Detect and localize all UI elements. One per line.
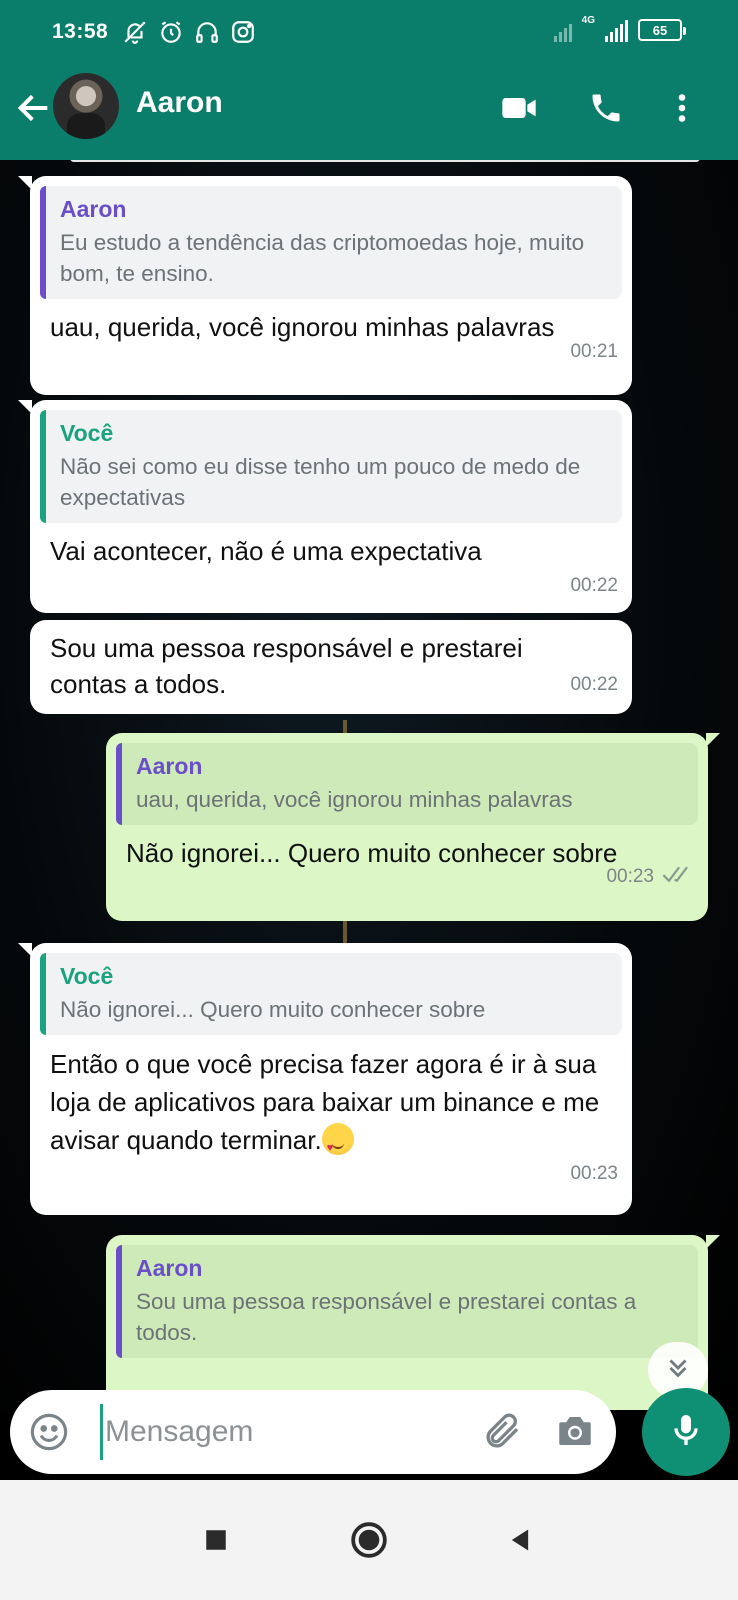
status-notification-icons: [122, 19, 256, 50]
quote-text: Eu estudo a tendência das criptomoedas h…: [60, 230, 585, 286]
mic-button[interactable]: [642, 1388, 730, 1476]
double-check-icon: [662, 865, 694, 889]
instagram-icon: [230, 19, 256, 50]
quote-text: Não ignorei... Quero muito conhecer sobr…: [60, 997, 486, 1022]
message-body: Então o que você precisa fazer agora é i…: [46, 1045, 618, 1167]
network-type: 4G: [581, 14, 595, 26]
message-text: Vai acontecer, não é uma expectativa: [50, 536, 482, 566]
attach-icon[interactable]: [482, 1410, 526, 1454]
quote-text: Sou uma pessoa responsável e prestarei c…: [136, 1289, 637, 1345]
mic-icon: [666, 1410, 706, 1455]
message-text: uau, querida, você ignorou minhas palavr…: [50, 312, 555, 342]
video-call-icon[interactable]: [497, 86, 541, 130]
message-incoming[interactable]: Você Não sei como eu disse tenho um pouc…: [18, 400, 632, 613]
message-time: 00:22: [570, 575, 618, 596]
double-chevron-down-icon: [663, 1353, 693, 1388]
status-bar: 13:58 4G 65: [0, 0, 738, 66]
contact-name[interactable]: Aaron: [136, 86, 223, 120]
message-outgoing[interactable]: Aaron uau, querida, você ignorou minhas …: [106, 733, 720, 921]
message-incoming[interactable]: Você Não ignorei... Quero muito conhecer…: [18, 943, 632, 1215]
mute-bell-icon: [122, 19, 148, 50]
emoji-icon[interactable]: [28, 1411, 70, 1453]
message-time: 00:21: [570, 341, 618, 362]
status-time: 13:58: [52, 20, 109, 43]
headset-icon: [194, 19, 220, 50]
signal-sim2-icon: [605, 18, 628, 42]
quote-text: Não sei como eu disse tenho um pouco de …: [60, 454, 581, 510]
message-incoming[interactable]: Aaron Eu estudo a tendência das criptomo…: [18, 176, 632, 395]
message-incoming[interactable]: Sou uma pessoa responsável e prestarei c…: [30, 620, 632, 714]
chat-area[interactable]: Aaron Eu estudo a tendência das criptomo…: [0, 160, 738, 1410]
smiling-face-with-hearts-icon: [321, 1123, 354, 1167]
quoted-message[interactable]: Aaron Sou uma pessoa responsável e prest…: [116, 1245, 698, 1358]
battery-level: 65: [652, 22, 668, 38]
app-header: 13:58 4G 65 Aaron: [0, 0, 738, 160]
quote-author: Aaron: [136, 753, 203, 779]
chat-header: Aaron: [0, 66, 738, 160]
more-options-icon[interactable]: [660, 86, 704, 130]
system-navigation-bar: [0, 1480, 738, 1600]
alarm-icon: [158, 19, 184, 50]
quote-author: Aaron: [136, 1255, 203, 1281]
back-arrow-icon[interactable]: [14, 88, 54, 128]
previous-message-edge: [70, 160, 700, 162]
message-composer: [10, 1390, 616, 1474]
message-input[interactable]: [100, 1404, 470, 1460]
back-nav-icon[interactable]: [496, 1516, 544, 1564]
quoted-message[interactable]: Aaron uau, querida, você ignorou minhas …: [116, 743, 698, 825]
quoted-message[interactable]: Você Não ignorei... Quero muito conhecer…: [40, 953, 622, 1035]
message-outgoing[interactable]: Aaron Sou uma pessoa responsável e prest…: [106, 1235, 720, 1410]
home-icon[interactable]: [345, 1516, 393, 1564]
quote-author: Aaron: [60, 196, 127, 222]
recents-icon[interactable]: [192, 1516, 240, 1564]
quoted-message[interactable]: Você Não sei como eu disse tenho um pouc…: [40, 410, 622, 523]
quoted-message[interactable]: Aaron Eu estudo a tendência das criptomo…: [40, 186, 622, 299]
quote-author: Você: [60, 420, 114, 446]
quote-author: Você: [60, 963, 114, 989]
phone-icon[interactable]: [584, 86, 628, 130]
message-time: 00:22: [570, 674, 618, 695]
message-time: 00:23: [606, 866, 654, 887]
contact-avatar[interactable]: [53, 73, 119, 139]
signal-sim1-icon: [553, 18, 572, 42]
camera-icon[interactable]: [554, 1410, 598, 1454]
message-time: 00:23: [570, 1163, 618, 1184]
quote-text: uau, querida, você ignorou minhas palavr…: [136, 787, 573, 812]
status-system-icons: 4G 65: [553, 14, 686, 42]
battery-icon: 65: [638, 19, 686, 41]
